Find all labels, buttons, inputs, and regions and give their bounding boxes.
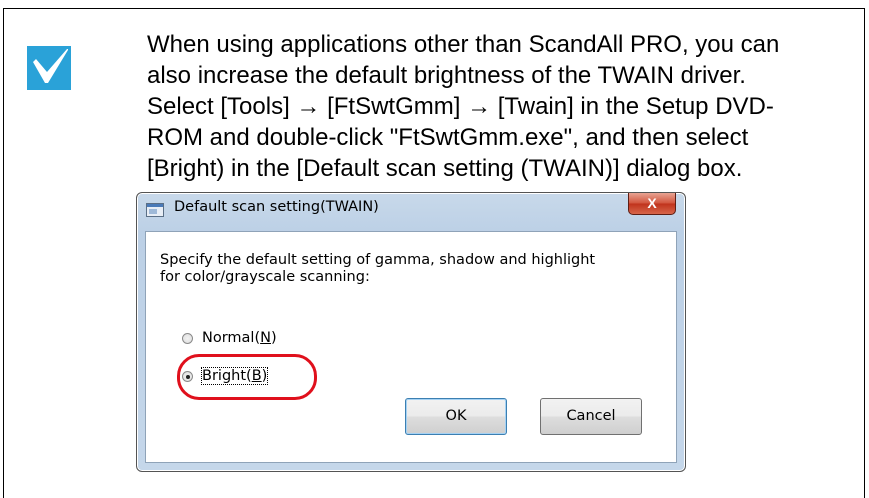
radio-label-normal[interactable]: Normal(N): [202, 330, 277, 346]
note-line: Select [Tools] → [FtSwtGmm] → [Twain] in…: [147, 93, 774, 120]
ok-button[interactable]: OK: [405, 398, 507, 435]
cancel-button[interactable]: Cancel: [540, 398, 642, 435]
dialog-title: Default scan setting(TWAIN): [174, 199, 379, 215]
note-line: When using applications other than Scand…: [147, 31, 780, 58]
app-window-icon: [146, 203, 164, 217]
close-button[interactable]: X: [628, 193, 676, 215]
dialog-content: Specify the default setting of gamma, sh…: [145, 231, 677, 463]
note-text: When using applications other than Scand…: [147, 29, 847, 184]
radio-button-normal[interactable]: [182, 333, 193, 344]
highlight-annotation: [177, 354, 317, 400]
dialog-description: Specify the default setting of gamma, sh…: [160, 252, 670, 286]
note-line: also increase the default brightness of …: [147, 62, 746, 89]
description-line: Specify the default setting of gamma, sh…: [160, 252, 596, 268]
note-line: ROM and double-click "FtSwtGmm.exe", and…: [147, 124, 749, 151]
dialog-titlebar[interactable]: Default scan setting(TWAIN) X: [137, 193, 685, 225]
default-scan-setting-dialog: Default scan setting(TWAIN) X Specify th…: [136, 192, 686, 472]
description-line: for color/grayscale scanning:: [160, 269, 370, 285]
checkmark-icon: [27, 46, 71, 90]
note-line: [Bright) in the [Default scan setting (T…: [147, 155, 743, 182]
